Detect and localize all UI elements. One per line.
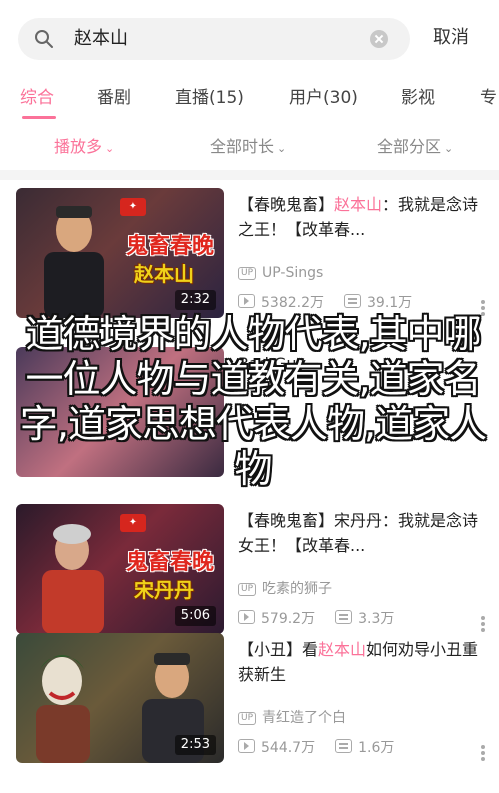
duration-badge: 2:53 [174, 735, 216, 755]
tab-active-indicator [22, 116, 56, 119]
more-icon[interactable] [481, 616, 485, 632]
tab-users[interactable]: 用户(30) [289, 87, 358, 109]
video-thumbnail[interactable]: ✦ 鬼畜春晚 赵本山 2:32 [16, 188, 224, 318]
thumbnail-caption: 鬼畜春晚 [126, 234, 215, 259]
cancel-button[interactable]: 取消 [433, 26, 469, 50]
tab-bangumi[interactable]: 番剧 [97, 87, 131, 109]
play-count: 544.7万 [261, 740, 316, 756]
danmaku-icon [335, 610, 353, 624]
search-input[interactable]: 赵本山 [74, 27, 128, 51]
search-box[interactable]: 赵本山 [18, 18, 410, 60]
video-thumbnail[interactable]: 2:53 [16, 633, 224, 763]
filter-label: 播放多 [54, 137, 103, 156]
play-count-icon [238, 294, 255, 308]
tab-special[interactable]: 专 [480, 87, 497, 109]
up-tag-icon: UP [238, 267, 257, 280]
danmaku-count: 3.3万 [358, 611, 395, 627]
filter-duration[interactable]: 全部时长 ⌄ [210, 136, 286, 160]
play-count-icon [238, 739, 255, 753]
uploader[interactable]: UP 吃素的狮子 [238, 580, 332, 598]
uploader[interactable]: UP UP-Sings [238, 264, 323, 282]
danmaku-count: 1.6万 [358, 740, 395, 756]
duration-badge: 2:32 [174, 290, 216, 310]
up-tag-icon: UP [238, 712, 257, 725]
filter-most-played[interactable]: 播放多 ⌄ [54, 136, 114, 160]
person-image [42, 524, 104, 634]
danmaku-count: 39.1万 [367, 295, 413, 311]
chevron-down-icon: ⌄ [105, 142, 115, 155]
more-icon[interactable] [481, 745, 485, 761]
title-text: 【春晚鬼畜】 [238, 511, 335, 530]
filter-category[interactable]: 全部分区 ⌄ [377, 136, 453, 160]
uploader-name: UP-Sings [262, 265, 324, 281]
video-title[interactable]: 【小丑】看赵本山如何劝导小丑重获新生 [238, 637, 484, 687]
uploader-name: 青红造了个白 [262, 710, 347, 726]
channel-logo: ✦ [120, 198, 146, 216]
video-stats: 579.2万 3.3万 [238, 610, 394, 628]
filter-label: 全部分区 [377, 137, 442, 156]
thumbnail-caption: 宋丹丹 [134, 578, 194, 602]
tab-live[interactable]: 直播(15) [175, 87, 244, 109]
person-image [44, 206, 104, 318]
joker-image [36, 655, 90, 763]
title-highlight: 赵本山 [318, 640, 367, 659]
clear-icon[interactable] [370, 30, 388, 48]
search-row: 赵本山 取消 [0, 0, 499, 78]
thumbnail-caption: 鬼畜春晚 [126, 550, 215, 575]
video-thumbnail[interactable]: ✦ 鬼畜春晚 宋丹丹 5:06 [16, 504, 224, 634]
tab-bar: 综合 番剧 直播(15) 用户(30) 影视 专 [0, 78, 499, 122]
video-stats: 5382.2万 39.1万 [238, 294, 412, 312]
video-title[interactable]: 【春晚鬼畜】赵本山：我就是念诗之王！【改革春... [238, 192, 484, 242]
divider [0, 170, 499, 180]
video-stats: 544.7万 1.6万 [238, 739, 394, 757]
play-count: 5382.2万 [261, 295, 324, 311]
video-item[interactable]: 2:53 【小丑】看赵本山如何劝导小丑重获新生 UP 青红造了个白 544.7万 1… [0, 633, 499, 793]
uploader-name: 吃素的狮子 [262, 581, 333, 597]
search-icon [35, 30, 53, 48]
title-highlight: 赵本山 [334, 195, 383, 214]
danmaku-icon [344, 294, 361, 308]
danmaku-icon [335, 739, 353, 753]
filter-bar: 播放多 ⌄ 全部时长 ⌄ 全部分区 ⌄ [0, 124, 499, 170]
title-text: 【小丑】看 [238, 640, 319, 659]
tab-films[interactable]: 影视 [401, 87, 435, 109]
thumbnail-caption: 赵本山 [134, 262, 194, 286]
video-title[interactable]: 【春晚鬼畜】宋丹丹：我就是念诗女王！【改革春... [238, 508, 484, 558]
title-text: 【春晚鬼畜】 [238, 195, 335, 214]
overlay-caption: 道德境界的人物代表,其中哪一位人物与道教有关,道家名字,道家思想代表人物,道家人… [19, 312, 487, 491]
play-count: 579.2万 [261, 611, 316, 627]
up-tag-icon: UP [238, 583, 257, 596]
uploader[interactable]: UP 青红造了个白 [238, 709, 346, 727]
chevron-down-icon: ⌄ [277, 142, 287, 155]
chevron-down-icon: ⌄ [444, 142, 454, 155]
filter-label: 全部时长 [210, 137, 275, 156]
tab-all[interactable]: 综合 [20, 87, 54, 109]
play-count-icon [238, 610, 255, 624]
duration-badge: 5:06 [174, 606, 216, 626]
channel-logo: ✦ [120, 514, 146, 532]
